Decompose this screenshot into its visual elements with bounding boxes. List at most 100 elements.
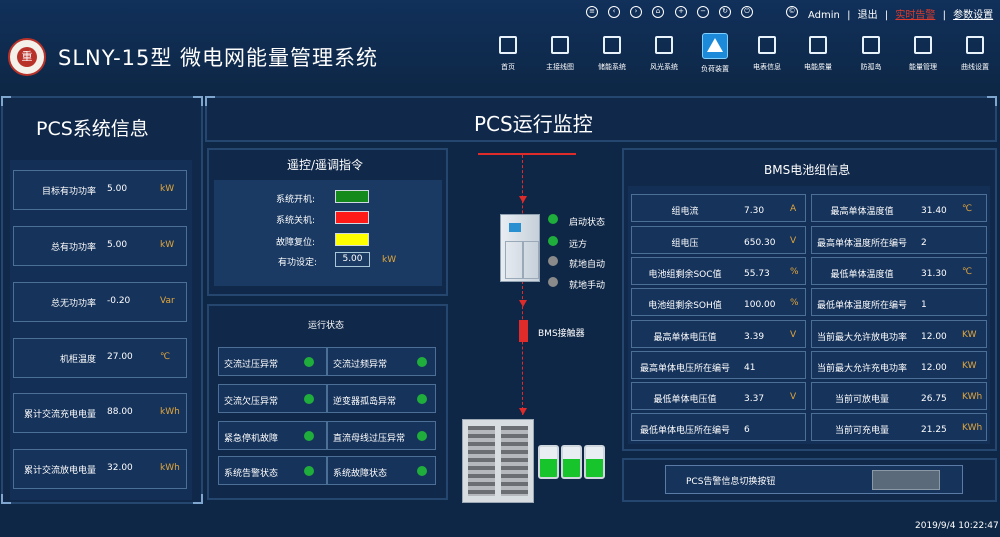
datetime: 2019/9/4 10:22:47	[915, 521, 999, 531]
bms-unit: %	[790, 298, 799, 308]
pcs-monitor-titlebar	[205, 96, 997, 142]
wind-solar-icon	[652, 33, 676, 57]
bms-value: 55.73	[744, 269, 770, 279]
forward-icon[interactable]: ›	[630, 6, 642, 18]
arrow-down-icon	[519, 196, 527, 203]
status-label: 交流过压异常	[224, 360, 279, 370]
storage-icon	[600, 33, 624, 57]
menu-icon[interactable]: ≡	[586, 6, 598, 18]
back-icon[interactable]: ‹	[608, 6, 620, 18]
nav-wiring[interactable]: 主接线图	[535, 33, 585, 78]
bms-value: 2	[921, 238, 927, 248]
nav-label: 曲线设置	[961, 63, 989, 71]
anti-island-icon	[859, 33, 883, 57]
home-icon	[496, 33, 520, 57]
pcs-info-label: 总无功功率	[50, 299, 96, 309]
pcs-info-value: 27.00	[107, 352, 133, 362]
power-setpoint-input[interactable]: 5.00	[335, 252, 370, 267]
pcs-info-label: 累计交流充电电量	[23, 410, 96, 420]
nav-curve[interactable]: 曲线设置	[950, 33, 1000, 78]
status-indicator	[548, 256, 558, 266]
nav-anti-island[interactable]: 防孤岛	[846, 33, 896, 78]
pcs-info-unit: ℃	[160, 352, 171, 362]
bms-value: 650.30	[744, 238, 776, 248]
bms-label: 最低单体温度值	[830, 270, 894, 280]
settings-link[interactable]: 参数设置	[953, 10, 993, 21]
device-status-label: 远方	[569, 240, 588, 250]
nav-energy-manager[interactable]: 能量管理	[898, 33, 948, 78]
zoom-out-icon[interactable]: −	[697, 6, 709, 18]
bms-label: 最高单体温度所在编号	[816, 239, 907, 249]
bms-label: 电池组剩余SOC值	[648, 270, 722, 280]
status-indicator	[304, 431, 314, 441]
pcs-alarm-toggle-button[interactable]	[872, 470, 940, 490]
curve-icon	[963, 33, 987, 57]
bms-unit: KWh	[962, 392, 983, 402]
bus-line	[478, 153, 576, 155]
stop-button[interactable]	[335, 211, 369, 224]
status-indicator	[304, 394, 314, 404]
rc-label: 系统开机:	[276, 195, 316, 205]
bms-value: 21.25	[921, 425, 947, 435]
pcs-info-unit: Var	[160, 296, 175, 306]
bms-title: BMS电池组信息	[764, 163, 851, 177]
nav-power-quality[interactable]: 电能质量	[793, 33, 843, 78]
pcs-info-unit: kWh	[160, 407, 180, 417]
bms-value: 3.39	[744, 332, 765, 342]
load-warning-icon	[702, 33, 728, 59]
status-indicator	[548, 214, 558, 224]
bms-contactor-label: BMS接触器	[538, 329, 585, 339]
rc-label: 系统关机:	[276, 216, 316, 226]
start-button[interactable]	[335, 190, 369, 203]
remote-control-title: 遥控/遥调指令	[287, 158, 364, 172]
pcs-info-label: 累计交流放电电量	[23, 466, 96, 476]
pcs-info-unit: kW	[160, 240, 175, 250]
bms-unit: %	[790, 267, 799, 277]
logout-link[interactable]: 退出	[858, 10, 878, 21]
logo-mark: 重	[17, 47, 37, 67]
nav-meter[interactable]: 电表信息	[742, 33, 792, 78]
pcs-info-value: 88.00	[107, 407, 133, 417]
bms-label: 组电流	[671, 207, 699, 217]
arrow-down-icon	[519, 408, 527, 415]
status-indicator	[417, 466, 427, 476]
pcs-info-value: 32.00	[107, 463, 133, 473]
status-label: 交流欠压异常	[224, 397, 279, 407]
bms-value: 31.40	[921, 206, 947, 216]
nav-load-warning[interactable]: 负荷装置	[690, 33, 740, 78]
separator: |	[942, 10, 946, 21]
power-quality-icon	[806, 33, 830, 57]
home-icon[interactable]: ⌂	[652, 6, 664, 18]
bms-label: 最低单体电压所在编号	[639, 426, 730, 436]
realtime-alarm-link[interactable]: 实时告警	[895, 10, 935, 21]
run-status-title: 运行状态	[308, 321, 345, 331]
bms-value: 100.00	[744, 300, 776, 310]
energy-manager-icon	[911, 33, 935, 57]
pcs-info-unit: kW	[160, 184, 175, 194]
battery-icon	[584, 445, 605, 479]
copyright-icon[interactable]: ©	[786, 6, 798, 18]
refresh-icon[interactable]: ↻	[719, 6, 731, 18]
zoom-in-icon[interactable]: +	[675, 6, 687, 18]
top-links: Admin | 退出 | 实时告警 | 参数设置	[806, 6, 1000, 21]
status-indicator	[548, 236, 558, 246]
nav-storage[interactable]: 储能系统	[587, 33, 637, 78]
bms-label: 当前最大允许充电功率	[816, 364, 907, 374]
nav-label: 首页	[501, 63, 515, 71]
bms-label: 当前可充电量	[834, 426, 889, 436]
bms-label: 最高单体电压所在编号	[639, 364, 730, 374]
nav-wind-solar[interactable]: 风光系统	[639, 33, 689, 78]
pcs-info-value: 5.00	[107, 184, 128, 194]
fault-reset-button[interactable]	[335, 233, 369, 246]
power-icon[interactable]: ⏻	[741, 6, 753, 18]
user-name: Admin	[808, 10, 840, 21]
status-label: 交流过频异常	[333, 360, 388, 370]
bms-value: 6	[744, 425, 750, 435]
bms-unit: KWh	[962, 423, 983, 433]
status-label: 紧急停机故障	[224, 434, 279, 444]
nav-home[interactable]: 首页	[483, 33, 533, 78]
separator: |	[884, 10, 889, 21]
separator: |	[847, 10, 851, 21]
bms-value: 12.00	[921, 332, 947, 342]
pcs-info-title: PCS系统信息	[36, 118, 149, 140]
